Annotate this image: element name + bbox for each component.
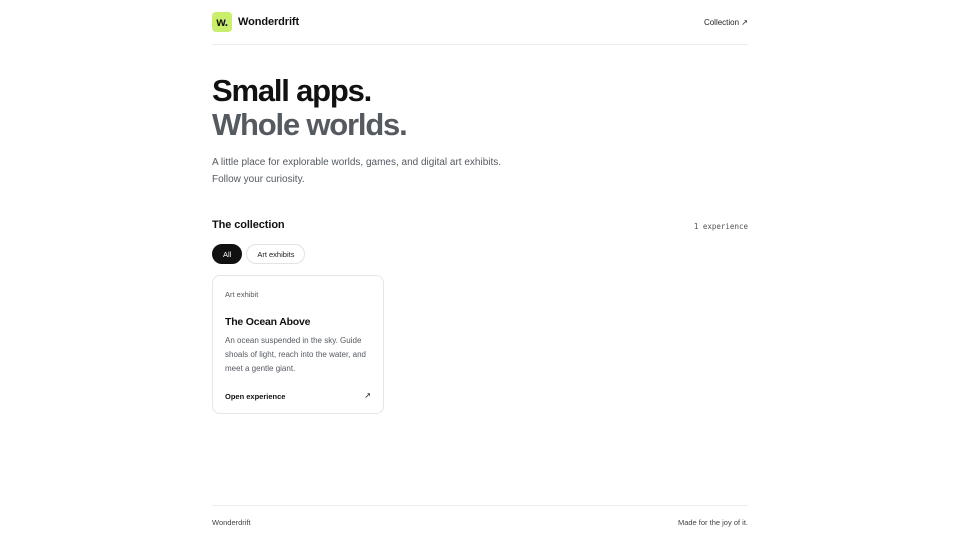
footer-tagline: Made for the joy of it. — [677, 518, 748, 527]
card-tag: Art exhibit — [225, 290, 259, 299]
filter-art-exhibits-chip[interactable]: Art exhibits — [246, 244, 306, 264]
experience-card[interactable]: Art exhibit The Ocean Above An ocean sus… — [212, 275, 384, 414]
open-experience-link[interactable]: Open experience — [225, 392, 285, 401]
card-title: The Ocean Above — [225, 316, 311, 328]
site-header: w. Wonderdrift Collection ↗ — [212, 11, 748, 33]
footer-divider — [212, 505, 748, 506]
arrow-up-right-icon: ↗ — [364, 391, 371, 400]
nav-collection-link[interactable]: Collection ↗ — [704, 18, 748, 27]
logo-icon: w. — [212, 12, 232, 32]
footer-brand: Wonderdrift — [212, 518, 251, 527]
hero-line-1: Small apps. — [212, 73, 372, 108]
hero-line-2: Whole worlds. — [212, 107, 408, 142]
filter-chips: All Art exhibits — [212, 244, 306, 264]
hero-heading: Small apps. Whole worlds. — [212, 73, 408, 142]
header-divider — [212, 44, 748, 45]
lede-line-1: A little place for explorable worlds, ga… — [212, 157, 502, 168]
brand-name: Wonderdrift — [238, 16, 300, 28]
hero-lede: A little place for explorable worlds, ga… — [212, 155, 501, 188]
card-description: An ocean suspended in the sky. Guide sho… — [225, 336, 366, 373]
brand-link[interactable]: w. Wonderdrift — [212, 12, 299, 32]
lede-line-2: Follow your curiosity. — [212, 173, 305, 185]
collection-count: 1 experience — [693, 222, 748, 231]
filter-all-chip[interactable]: All — [212, 244, 243, 264]
collection-title: The collection — [212, 219, 285, 231]
